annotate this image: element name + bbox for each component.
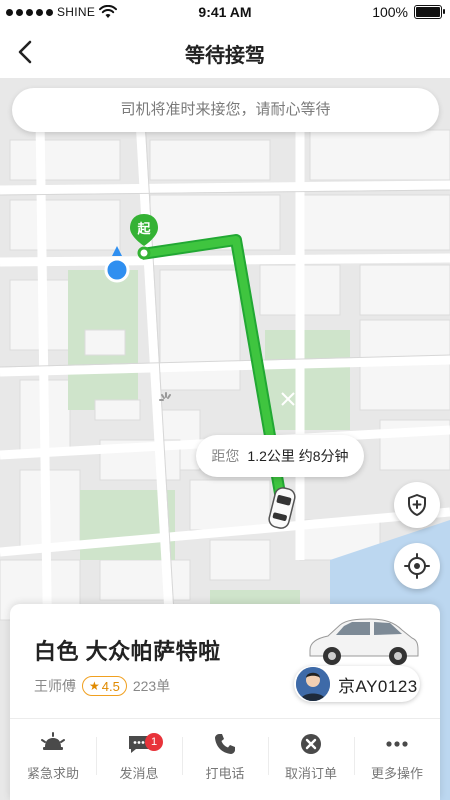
avatar	[296, 667, 330, 701]
star-icon: ★	[89, 679, 100, 693]
driver-name: 王师傅	[34, 678, 76, 694]
alarm-icon	[41, 732, 65, 750]
unread-badge: 1	[145, 733, 163, 751]
nav-bar: 等待接驾	[0, 26, 450, 78]
car-image	[309, 618, 419, 665]
cancel-order-button[interactable]: 取消订单	[268, 719, 354, 800]
plate-chip: 京AY0123	[294, 666, 420, 702]
wait-notice: 司机将准时来接您，请耐心等待	[12, 88, 439, 132]
rating-value: 4.5	[101, 678, 120, 694]
rating-badge: ★ 4.5	[82, 676, 127, 696]
more-icon	[386, 741, 408, 747]
status-bar: SHINE 9:41 AM 100%	[0, 0, 450, 26]
emergency-button[interactable]: 紧急求助	[10, 719, 96, 800]
action-label: 更多操作	[370, 766, 423, 781]
action-label: 取消订单	[284, 766, 337, 781]
locate-button[interactable]	[394, 543, 440, 589]
action-label: 紧急求助	[26, 766, 79, 781]
distance-label: 距您	[211, 448, 240, 464]
license-plate: 京AY0123	[338, 676, 418, 696]
safety-button[interactable]	[394, 482, 440, 528]
action-bar: 紧急求助 1 发消息 打电话 取消订单 更多操作	[10, 719, 440, 800]
page-title: 等待接驾	[185, 45, 265, 67]
battery-percent: 100%	[372, 4, 408, 20]
cancel-icon	[301, 734, 321, 754]
start-pin: 起	[128, 212, 160, 260]
phone-icon	[215, 734, 235, 754]
shield-plus-icon	[408, 494, 426, 516]
crosshair-icon	[404, 553, 430, 579]
start-label: 起	[137, 221, 151, 236]
call-button[interactable]: 打电话	[182, 719, 268, 800]
message-button[interactable]: 1 发消息	[96, 719, 182, 800]
action-label: 打电话	[205, 766, 245, 781]
order-count: 223单	[132, 678, 171, 694]
distance-value: 1.2公里 约8分钟	[247, 448, 349, 464]
more-actions-button[interactable]: 更多操作	[354, 719, 440, 800]
driver-card: 白色 大众帕萨特啦 王师傅 ★ 4.5 223单 京AY0123 紧急求助 1 …	[10, 604, 440, 800]
action-label: 发消息	[119, 766, 159, 781]
battery-icon	[414, 5, 445, 19]
car-description: 白色 大众帕萨特啦	[34, 639, 221, 664]
distance-bubble: 距您 1.2公里 约8分钟	[196, 435, 364, 477]
user-location-icon	[104, 246, 130, 286]
driver-info: 王师傅 ★ 4.5 223单	[34, 676, 170, 696]
